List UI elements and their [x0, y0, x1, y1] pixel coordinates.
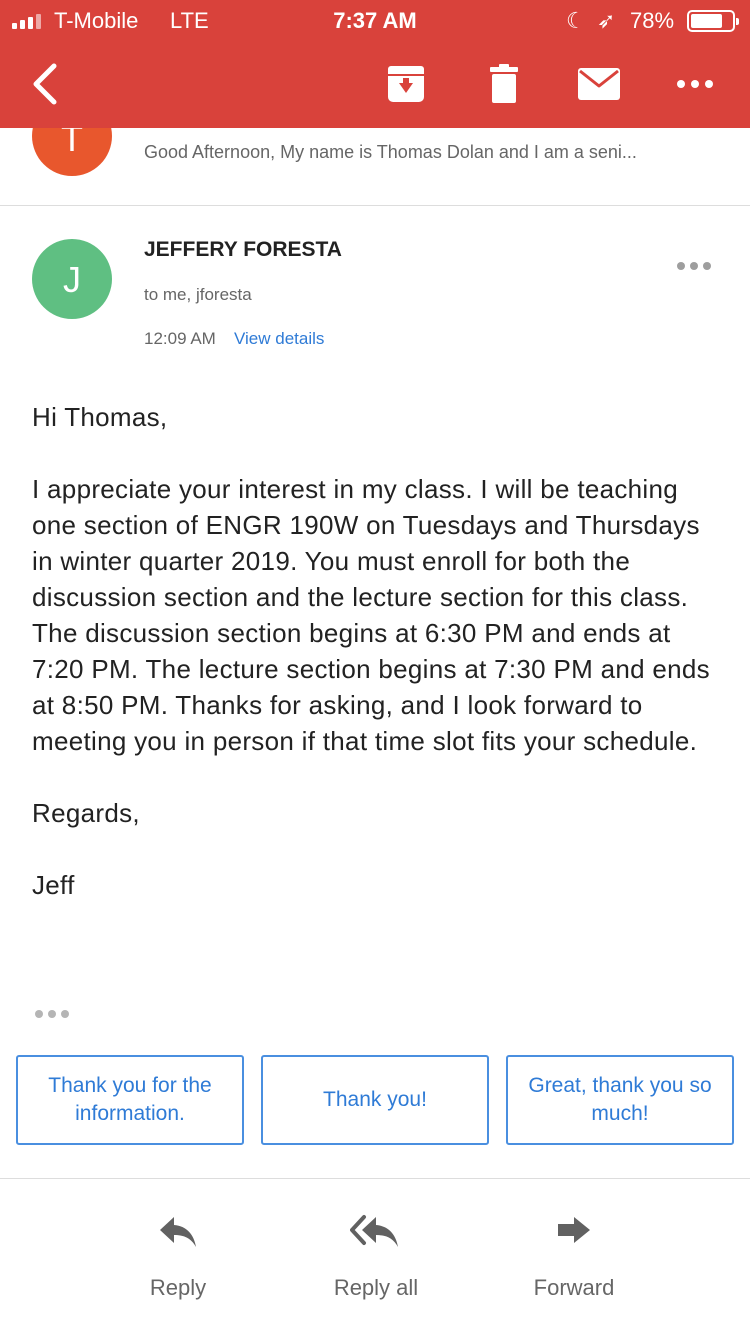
more-options-button[interactable] [672, 64, 718, 104]
delete-button[interactable] [482, 64, 526, 104]
smart-reply-button[interactable]: Thank you for the information. [16, 1055, 244, 1145]
body-paragraph: I appreciate your interest in my class. … [32, 474, 710, 756]
reply-button[interactable]: Reply [88, 1205, 268, 1315]
battery-percent: 78% [630, 8, 675, 33]
ellipsis-icon [35, 1010, 69, 1018]
action-bar-divider [0, 1178, 750, 1179]
trash-icon [490, 64, 518, 103]
forward-icon [558, 1217, 590, 1243]
mark-unread-button[interactable] [576, 64, 622, 104]
smart-reply-button[interactable]: Great, thank you so much! [506, 1055, 734, 1145]
location-icon: ➶ [597, 8, 616, 33]
message-time: 12:09 AM [144, 329, 216, 348]
reply-all-icon [350, 1215, 398, 1247]
back-button[interactable] [28, 62, 68, 106]
forward-button[interactable]: Forward [484, 1205, 664, 1315]
message-divider [0, 205, 750, 206]
mail-icon [578, 68, 620, 100]
app-toolbar: T-Mobile LTE 7:37 AM ☾ ➶ 78% [0, 0, 750, 128]
body-signature: Jeff [32, 870, 75, 900]
moon-icon: ☾ [566, 8, 586, 33]
status-bar: T-Mobile LTE 7:37 AM ☾ ➶ 78% [0, 0, 750, 42]
avatar-letter: J [63, 259, 81, 300]
forward-label: Forward [533, 1275, 615, 1300]
reply-icon [160, 1217, 196, 1247]
more-icon [677, 262, 711, 270]
smart-reply-button[interactable]: Thank you! [261, 1055, 489, 1145]
recipients-line[interactable]: to me, jforesta [144, 285, 252, 305]
archive-icon [388, 66, 424, 102]
reply-all-button[interactable]: Reply all [286, 1205, 466, 1315]
more-icon [677, 80, 713, 88]
body-greeting: Hi Thomas, [32, 402, 168, 432]
previous-message-snippet[interactable]: Good Afternoon, My name is Thomas Dolan … [144, 142, 637, 163]
sender-avatar[interactable]: J [32, 239, 112, 319]
message-body: Hi Thomas, I appreciate your interest in… [32, 399, 722, 939]
body-closing: Regards, [32, 798, 140, 828]
archive-button[interactable] [384, 64, 428, 104]
view-details-link[interactable]: View details [234, 329, 324, 349]
message-more-button[interactable] [676, 258, 712, 270]
reply-label: Reply [149, 1275, 207, 1300]
show-trimmed-content-button[interactable] [34, 1006, 70, 1018]
battery-icon [687, 10, 739, 32]
reply-all-label: Reply all [333, 1275, 419, 1300]
sender-name: JEFFERY FORESTA [144, 238, 342, 261]
back-icon [33, 63, 57, 105]
